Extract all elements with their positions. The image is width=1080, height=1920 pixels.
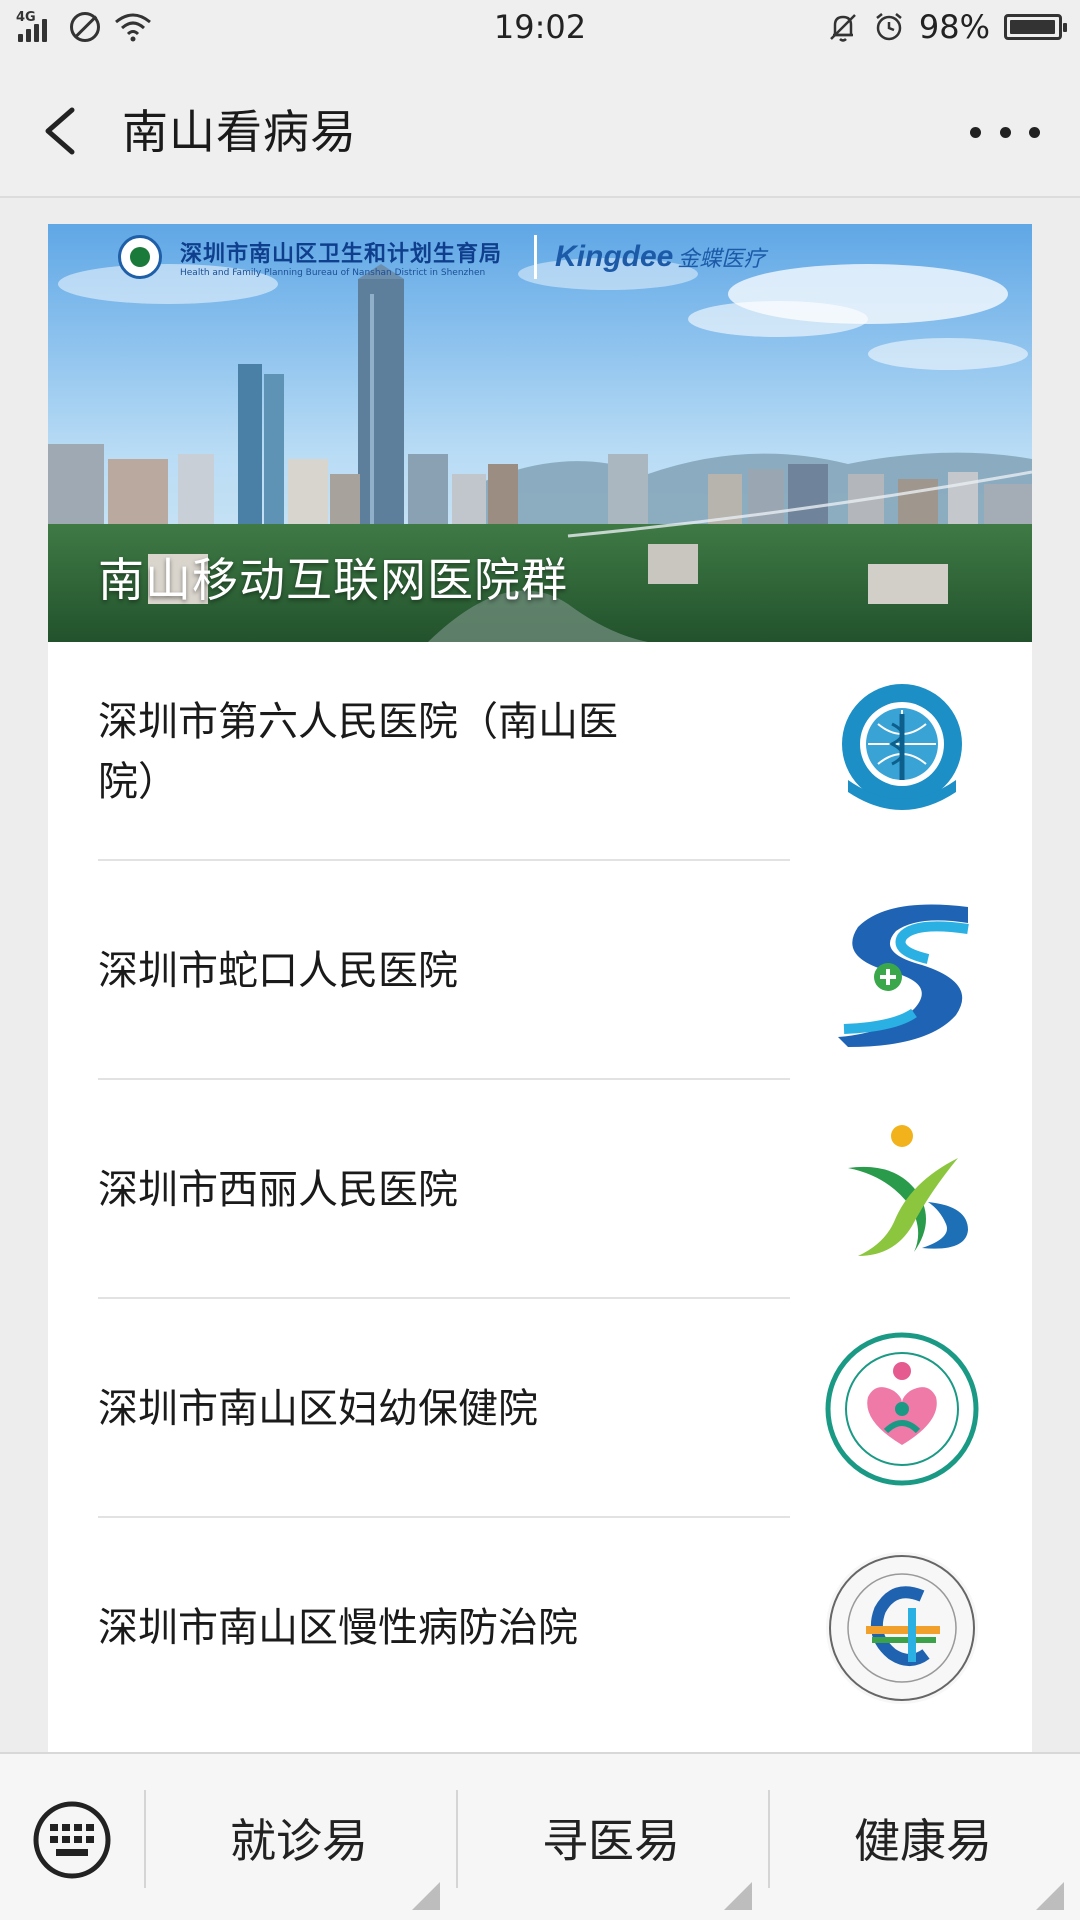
nav-bar: 南山看病易 [0, 56, 1080, 198]
nanshan-hospital-logo-icon [842, 683, 962, 810]
banner-divider [534, 235, 538, 279]
banner-logos: 深圳市南山区卫生和计划生育局 Health and Family Plannin… [118, 228, 765, 286]
chronic-disease-hospital-logo-icon [826, 1551, 978, 1704]
status-bar: 4G 19:02 98% [0, 0, 1080, 56]
bureau-name-en: Health and Family Planning Bureau of Nan… [180, 268, 486, 278]
submenu-indicator-icon [412, 1882, 440, 1910]
submenu-indicator-icon [724, 1882, 752, 1910]
kingdee-subtitle: 金蝶医疗 [677, 247, 766, 272]
maternity-hospital-logo-icon [825, 1332, 979, 1485]
kingdee-logo: Kingdee 金蝶医疗 [555, 240, 765, 274]
menu-tab-find-doctor[interactable]: 寻医易 [456, 1754, 766, 1920]
banner-title: 南山移动互联网医院群 [98, 553, 568, 607]
hospital-item-nanshan[interactable]: 深圳市第六人民医院（南山医院） [48, 642, 1032, 861]
alarm-icon [876, 13, 902, 41]
bureau-name: 深圳市南山区卫生和计划生育局 Health and Family Plannin… [180, 236, 502, 278]
hospital-item-chronic[interactable]: 深圳市南山区慢性病防治院 [48, 1518, 1032, 1737]
hospital-name: 深圳市南山区妇幼保健院 [98, 1385, 538, 1432]
shekou-hospital-logo-icon [838, 904, 969, 1047]
menu-tab-health[interactable]: 健康易 [768, 1754, 1078, 1920]
bottom-menu-bar: 就诊易 寻医易 健康易 [0, 1752, 1080, 1920]
menu-tab-label: 寻医易 [542, 1814, 680, 1868]
hospital-item-xili[interactable]: 深圳市西丽人民医院 [48, 1080, 1032, 1299]
hospital-list: 深圳市第六人民医院（南山医院） 深圳市蛇口人民医院 深圳市西丽人民医院 深圳市南… [48, 642, 1032, 1737]
hospital-name: 深圳市第六人民医院（南山医院） [98, 698, 618, 805]
submenu-indicator-icon [1036, 1882, 1064, 1910]
muted-bell-icon [829, 14, 856, 42]
hospital-item-maternity[interactable]: 深圳市南山区妇幼保健院 [48, 1299, 1032, 1518]
xili-hospital-logo-icon [848, 1124, 968, 1256]
kingdee-wordmark: Kingdee [555, 240, 674, 273]
chevron-left-icon[interactable] [36, 96, 86, 166]
hospital-card: 深圳市南山区卫生和计划生育局 Health and Family Plannin… [48, 224, 1032, 1754]
banner: 深圳市南山区卫生和计划生育局 Health and Family Plannin… [48, 224, 1032, 642]
menu-tab-label: 就诊易 [230, 1814, 368, 1868]
more-dots-icon[interactable] [970, 114, 1040, 150]
keyboard-icon[interactable] [32, 1800, 112, 1880]
battery-percent: 98% [918, 8, 990, 46]
bureau-name-cn: 深圳市南山区卫生和计划生育局 [180, 242, 503, 267]
status-icons-right: 98% [827, 8, 1067, 46]
page-title: 南山看病易 [122, 105, 357, 159]
menu-tab-consultation[interactable]: 就诊易 [144, 1754, 454, 1920]
hospital-name: 深圳市西丽人民医院 [98, 1166, 458, 1213]
battery-icon [1004, 14, 1067, 40]
menu-tab-label: 健康易 [854, 1814, 992, 1868]
hospital-name: 深圳市南山区慢性病防治院 [98, 1604, 578, 1651]
battery-fill [1010, 20, 1056, 34]
bureau-seal-icon [118, 235, 162, 279]
hospital-item-shekou[interactable]: 深圳市蛇口人民医院 [48, 861, 1032, 1080]
hospital-name: 深圳市蛇口人民医院 [98, 947, 458, 994]
